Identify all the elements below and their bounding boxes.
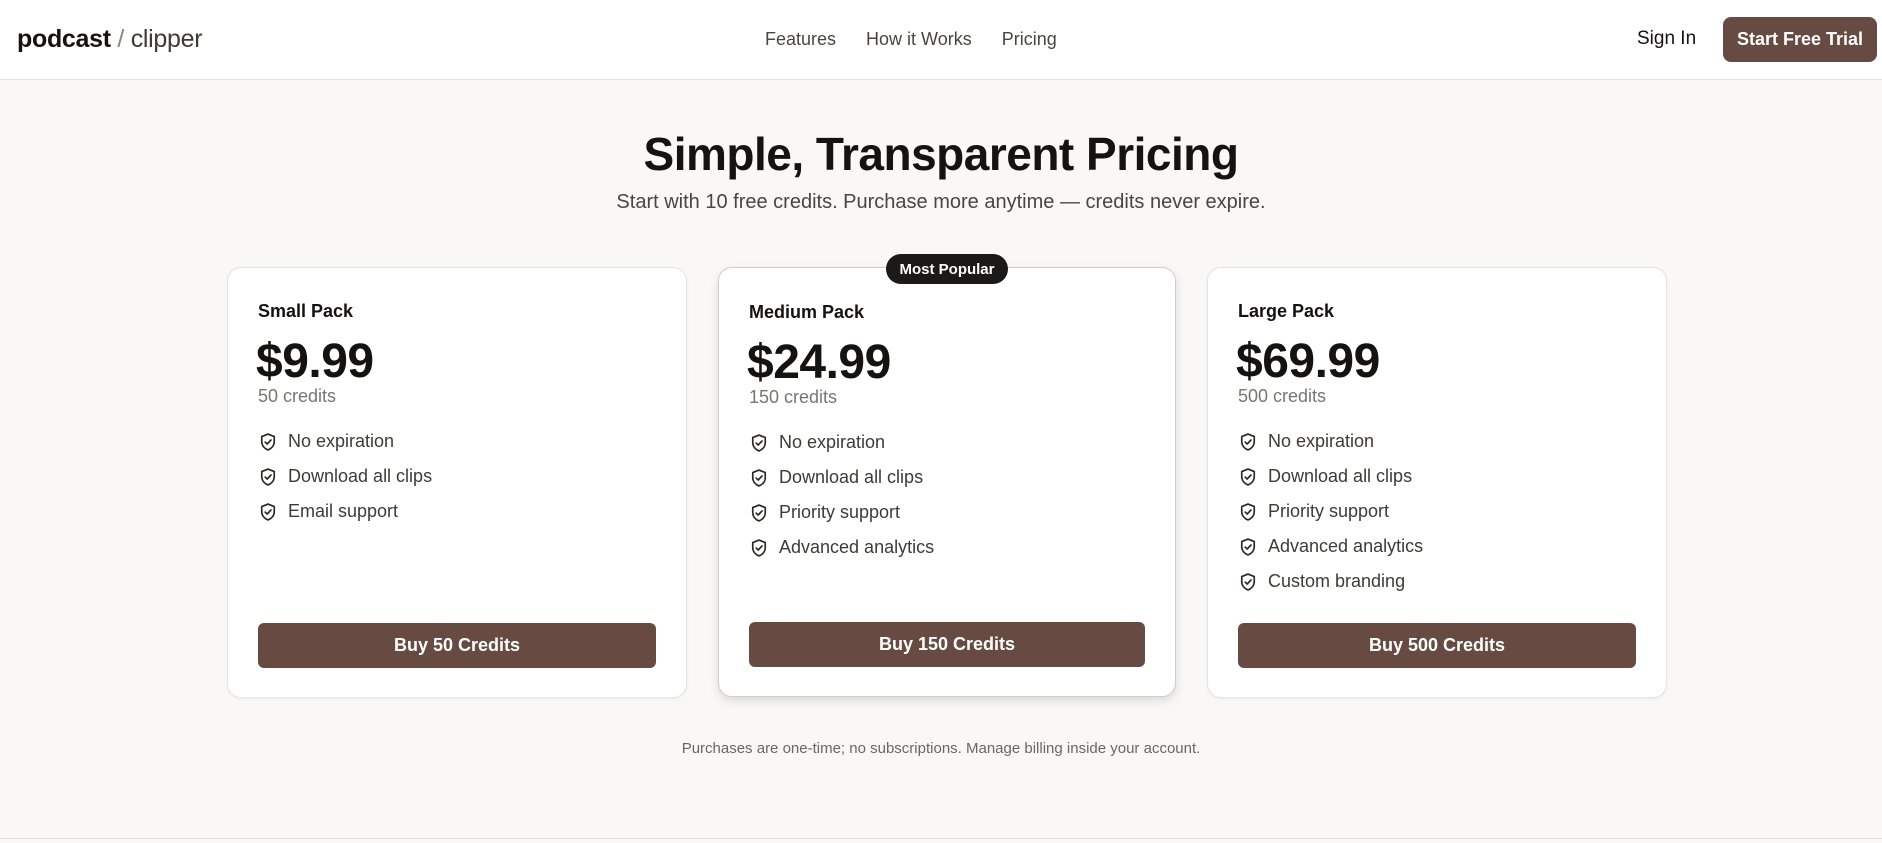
feature-label: Custom branding xyxy=(1268,571,1406,591)
feature-label: Download all clips xyxy=(1268,466,1413,486)
main-nav: Features How it Works Pricing xyxy=(765,29,1057,50)
feature-item: Download all clips xyxy=(1238,459,1423,494)
shield-check-icon xyxy=(1238,502,1258,522)
shield-check-icon xyxy=(1238,432,1258,452)
logo-secondary: clipper xyxy=(130,25,203,53)
feature-label: Download all clips xyxy=(288,466,433,486)
plan-price: $9.99 xyxy=(256,335,374,388)
buy-500-credits-button[interactable]: Buy 500 Credits xyxy=(1238,623,1636,668)
feature-label: Priority support xyxy=(1268,501,1390,521)
plan-features: No expiration Download all clips Priorit… xyxy=(749,425,934,565)
feature-item: No expiration xyxy=(1238,424,1423,459)
shield-check-icon xyxy=(258,467,278,487)
nav-pricing[interactable]: Pricing xyxy=(1002,29,1057,50)
page-subtitle: Start with 10 free credits. Purchase mor… xyxy=(616,191,1266,213)
shield-check-icon xyxy=(258,502,278,522)
logo-separator: / xyxy=(110,25,131,53)
logo-primary: podcast xyxy=(17,25,111,53)
feature-label: No expiration xyxy=(1268,431,1375,451)
nav-features[interactable]: Features xyxy=(765,29,836,50)
plan-features: No expiration Download all clips Priorit… xyxy=(1238,424,1423,599)
shield-check-icon xyxy=(749,468,769,488)
feature-item: No expiration xyxy=(258,424,432,459)
page-title: Simple, Transparent Pricing xyxy=(643,128,1239,180)
plan-credits: 500 credits xyxy=(1238,386,1327,406)
feature-label: Email support xyxy=(288,501,399,521)
shield-check-icon xyxy=(749,433,769,453)
feature-item: Advanced analytics xyxy=(749,530,934,565)
buy-50-credits-button[interactable]: Buy 50 Credits xyxy=(258,623,656,668)
feature-label: Advanced analytics xyxy=(1268,536,1424,556)
feature-label: Advanced analytics xyxy=(779,537,935,557)
start-free-trial-button[interactable]: Start Free Trial xyxy=(1723,17,1877,62)
shield-check-icon xyxy=(258,432,278,452)
feature-item: Email support xyxy=(258,494,432,529)
plan-credits: 150 credits xyxy=(749,387,838,407)
plan-name: Medium Pack xyxy=(749,302,865,322)
feature-item: Priority support xyxy=(1238,494,1423,529)
most-popular-badge: Most Popular xyxy=(886,254,1008,284)
nav-how-it-works[interactable]: How it Works xyxy=(866,29,972,50)
shield-check-icon xyxy=(749,503,769,523)
shield-check-icon xyxy=(1238,537,1258,557)
logo[interactable]: podcast / clipper xyxy=(17,25,203,54)
shield-check-icon xyxy=(1238,572,1258,592)
sign-in-link[interactable]: Sign In xyxy=(1637,28,1696,50)
feature-label: No expiration xyxy=(779,432,886,452)
feature-item: Download all clips xyxy=(258,459,432,494)
feature-label: Download all clips xyxy=(779,467,924,487)
plan-credits: 50 credits xyxy=(258,386,337,406)
billing-note: Purchases are one-time; no subscriptions… xyxy=(681,740,1201,757)
plan-name: Small Pack xyxy=(258,301,354,321)
feature-label: No expiration xyxy=(288,431,395,451)
feature-item: Priority support xyxy=(749,495,934,530)
feature-item: Custom branding xyxy=(1238,564,1423,599)
feature-item: No expiration xyxy=(749,425,934,460)
footer-divider xyxy=(0,838,1882,839)
shield-check-icon xyxy=(1238,467,1258,487)
site-header: podcast / clipper Features How it Works … xyxy=(0,0,1882,80)
plan-name: Large Pack xyxy=(1238,301,1335,321)
plan-price: $24.99 xyxy=(747,336,891,389)
feature-label: Priority support xyxy=(779,502,901,522)
plan-price: $69.99 xyxy=(1236,335,1380,388)
buy-150-credits-button[interactable]: Buy 150 Credits xyxy=(749,622,1145,667)
shield-check-icon xyxy=(749,538,769,558)
plan-features: No expiration Download all clips Email s… xyxy=(258,424,432,529)
feature-item: Download all clips xyxy=(749,460,934,495)
feature-item: Advanced analytics xyxy=(1238,529,1423,564)
